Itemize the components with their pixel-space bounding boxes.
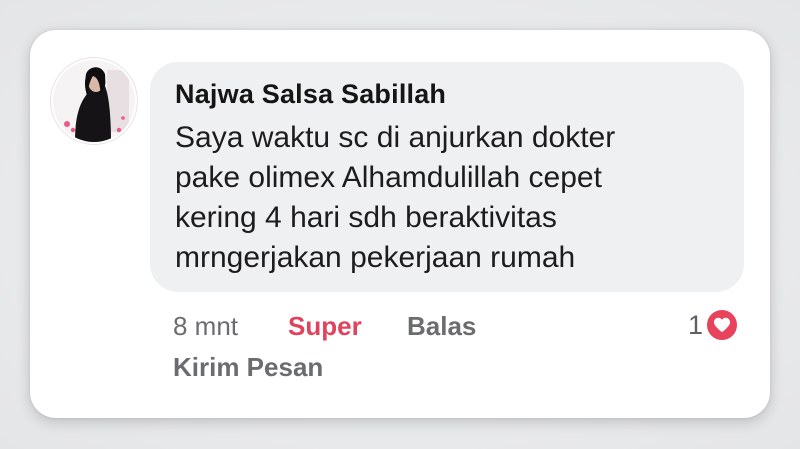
comment-timestamp[interactable]: 8 mnt <box>173 311 238 342</box>
comment-line: pake olimex Alhamdulillah cepet <box>175 161 602 194</box>
avatar-photo <box>53 60 135 142</box>
comment-text: Saya waktu sc di anjurkan dokter pake ol… <box>175 118 735 278</box>
avatar[interactable] <box>53 60 135 142</box>
reaction-summary[interactable]: 1 <box>688 308 740 342</box>
reply-button[interactable]: Balas <box>407 311 476 342</box>
comment-line: kering 4 hari sdh beraktivitas <box>175 201 557 234</box>
heart-icon <box>705 308 740 342</box>
comment-line: Saya waktu sc di anjurkan dokter <box>175 121 616 154</box>
comment-author[interactable]: Najwa Salsa Sabillah <box>175 79 446 110</box>
reaction-count: 1 <box>688 309 704 340</box>
react-button[interactable]: Super <box>288 311 362 342</box>
send-message-button[interactable]: Kirim Pesan <box>173 352 323 383</box>
screenshot-page: Najwa Salsa Sabillah Saya waktu sc di an… <box>0 0 800 449</box>
comment-line: mrngerjakan pekerjaan rumah <box>175 241 576 274</box>
